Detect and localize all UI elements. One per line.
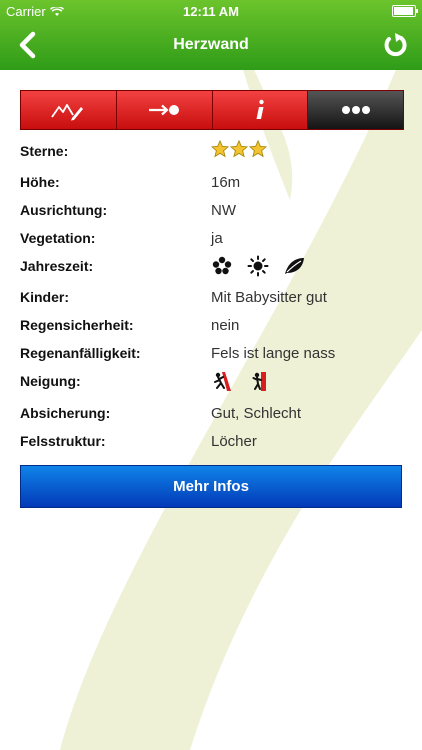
- star-icon: [211, 140, 229, 158]
- detail-value: Löcher: [211, 433, 257, 450]
- detail-value: 16m: [211, 174, 241, 191]
- refresh-icon: [384, 33, 407, 57]
- segment-tabs: [20, 90, 404, 130]
- detail-value: ja: [211, 230, 223, 247]
- detail-label: Felsstruktur:: [20, 433, 106, 449]
- battery-icon: [392, 5, 418, 17]
- detail-row-neigung: Neigung:: [20, 370, 410, 394]
- detail-label: Neigung:: [20, 373, 81, 389]
- detail-label: Jahreszeit:: [20, 258, 94, 274]
- mountain-pencil-icon: [51, 104, 84, 121]
- leaf-icon: [285, 258, 304, 274]
- tab-map[interactable]: [21, 91, 117, 129]
- detail-row-absicherung: Absicherung: Gut, Schlecht: [20, 402, 410, 426]
- sun-icon: [247, 255, 269, 277]
- info-icon: [256, 99, 264, 119]
- season-icons: [211, 255, 305, 277]
- arrow-to-point-icon: [149, 104, 180, 116]
- detail-row-vegetation: Vegetation: ja: [20, 227, 410, 251]
- tab-approach[interactable]: [116, 91, 213, 129]
- detail-row-ausrichtung: Ausrichtung: NW: [20, 199, 410, 223]
- navigation-bar: Carrier 12:11 AM Herzwand: [0, 0, 422, 70]
- detail-row-regenanfaelligkeit: Regenanfälligkeit: Fels ist lange nass: [20, 342, 410, 366]
- flower-icon: [212, 256, 232, 275]
- detail-row-hoehe: Höhe: 16m: [20, 171, 410, 195]
- star-icon: [230, 140, 248, 158]
- detail-label: Vegetation:: [20, 230, 96, 246]
- tab-more[interactable]: [308, 91, 403, 129]
- star-icon: [249, 140, 267, 158]
- detail-row-felsstruktur: Felsstruktur: Löcher: [20, 430, 410, 454]
- detail-row-kinder: Kinder: Mit Babysitter gut: [20, 286, 410, 310]
- detail-label: Kinder:: [20, 289, 69, 305]
- detail-row-regensicherheit: Regensicherheit: nein: [20, 314, 410, 338]
- refresh-button[interactable]: [380, 30, 410, 60]
- rating-stars: [211, 140, 267, 158]
- detail-value: Gut, Schlecht: [211, 405, 302, 422]
- detail-value: nein: [211, 317, 240, 334]
- page-title: Herzwand: [173, 36, 249, 53]
- climber-vertical-icon: [252, 372, 266, 391]
- detail-label: Ausrichtung:: [20, 202, 108, 218]
- detail-label: Sterne:: [20, 143, 69, 159]
- detail-row-sterne: Sterne:: [20, 140, 410, 164]
- detail-value: NW: [211, 202, 236, 219]
- detail-label: Absicherung:: [20, 405, 111, 421]
- status-time: 12:11 AM: [183, 4, 239, 19]
- detail-label: Regensicherheit:: [20, 317, 134, 333]
- status-bar: Carrier 12:11 AM: [0, 0, 422, 22]
- more-info-button[interactable]: Mehr Infos: [20, 465, 402, 508]
- detail-label: Regenanfälligkeit:: [20, 345, 141, 361]
- detail-value: Fels ist lange nass: [211, 345, 336, 362]
- detail-label: Höhe:: [20, 174, 60, 190]
- tab-info[interactable]: [212, 91, 309, 129]
- climber-slab-icon: [214, 372, 231, 391]
- detail-row-jahreszeit: Jahreszeit:: [20, 255, 410, 279]
- detail-value: Mit Babysitter gut: [211, 289, 327, 306]
- more-dots-icon: [341, 106, 370, 114]
- incline-icons: [211, 370, 271, 392]
